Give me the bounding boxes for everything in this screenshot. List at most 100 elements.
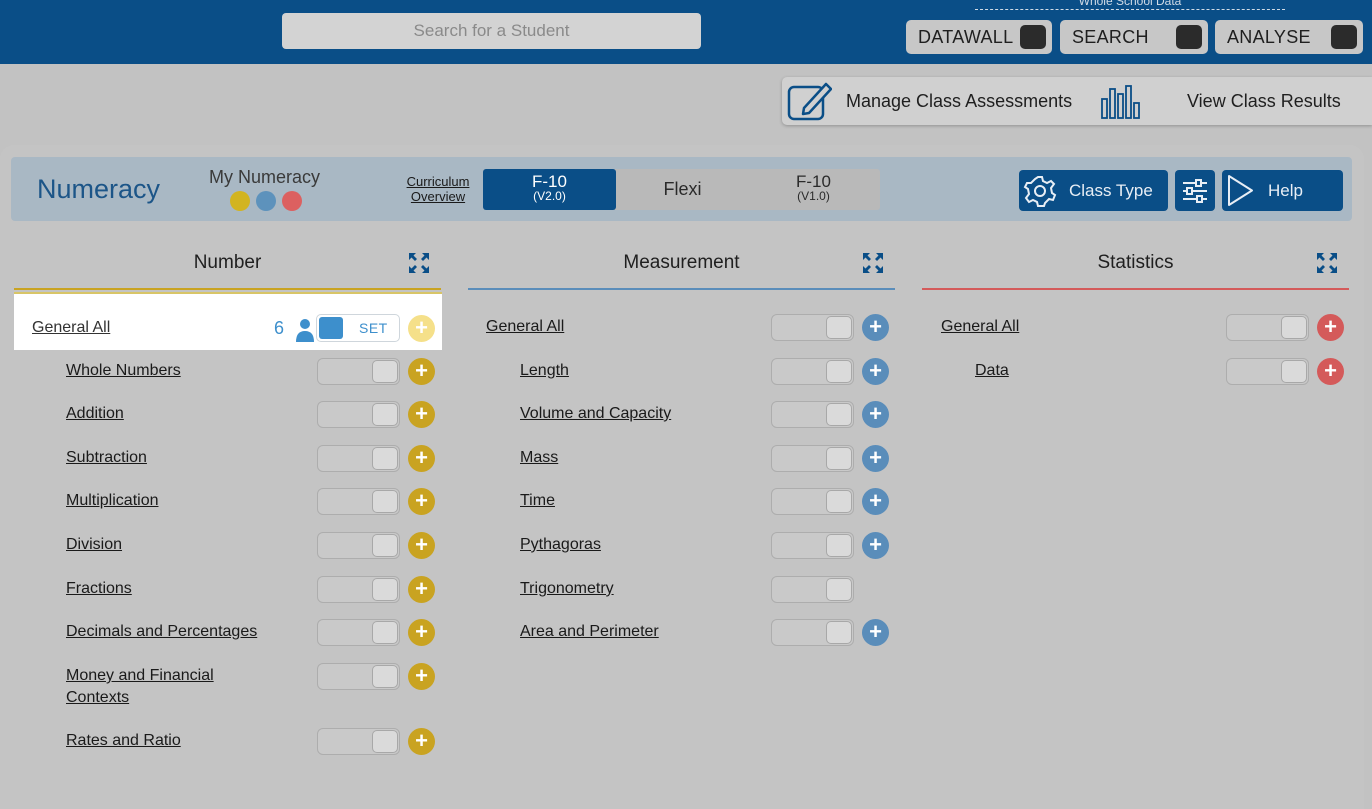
- class-type-label: Class Type: [1069, 180, 1153, 200]
- expand-icon[interactable]: [408, 252, 430, 274]
- toggle-knob: [372, 403, 398, 426]
- yellow-dot-icon: [230, 191, 250, 211]
- number-general-all-link[interactable]: General All: [32, 317, 110, 339]
- number-item-whole-numbers[interactable]: Whole Numbers: [66, 360, 181, 382]
- toggle-switch[interactable]: [317, 728, 400, 755]
- add-icon[interactable]: +: [408, 358, 435, 385]
- class-type-button[interactable]: Class Type: [1019, 170, 1168, 211]
- add-icon[interactable]: +: [408, 488, 435, 515]
- toggle-switch[interactable]: [317, 532, 400, 559]
- add-icon[interactable]: +: [862, 445, 889, 472]
- search-toggle-icon: [1176, 25, 1202, 49]
- toggle-knob: [372, 534, 398, 557]
- measurement-item-length[interactable]: Length: [520, 360, 569, 382]
- number-item-multiplication[interactable]: Multiplication: [66, 490, 158, 512]
- set-toggle[interactable]: SET: [316, 314, 400, 342]
- toggle-knob: [372, 447, 398, 470]
- play-icon: [1228, 175, 1253, 206]
- my-numeracy-link[interactable]: My Numeracy: [209, 167, 320, 188]
- expand-icon[interactable]: [1316, 252, 1338, 274]
- statistics-title: Statistics: [1097, 252, 1174, 273]
- add-icon[interactable]: +: [408, 728, 435, 755]
- number-item-money-financial[interactable]: Money and Financial Contexts: [66, 665, 266, 709]
- number-item-fractions[interactable]: Fractions: [66, 578, 132, 600]
- toggle-switch[interactable]: [771, 401, 854, 428]
- toggle-switch[interactable]: [317, 576, 400, 603]
- panel-header: Numeracy My Numeracy Curriculum Overview…: [11, 157, 1352, 221]
- toggle-knob: [372, 621, 398, 644]
- add-icon[interactable]: +: [1317, 314, 1344, 341]
- datawall-button[interactable]: DATAWALL: [906, 20, 1052, 54]
- add-icon[interactable]: +: [862, 532, 889, 559]
- add-icon[interactable]: +: [862, 358, 889, 385]
- toggle-switch[interactable]: [1226, 358, 1309, 385]
- add-icon[interactable]: +: [862, 488, 889, 515]
- measurement-column-header: Measurement: [468, 250, 895, 290]
- bar-chart-icon[interactable]: [1100, 85, 1142, 119]
- toggle-knob: [372, 665, 398, 688]
- add-icon[interactable]: +: [862, 619, 889, 646]
- add-icon[interactable]: +: [862, 314, 889, 341]
- toggle-switch[interactable]: [771, 358, 854, 385]
- help-label: Help: [1268, 180, 1303, 200]
- toggle-switch[interactable]: [317, 401, 400, 428]
- manage-class-assessments-link[interactable]: Manage Class Assessments: [846, 91, 1072, 112]
- statistics-column-header: Statistics: [922, 250, 1349, 290]
- expand-icon[interactable]: [862, 252, 884, 274]
- measurement-item-area-perimeter[interactable]: Area and Perimeter: [520, 621, 659, 643]
- toggle-switch[interactable]: [771, 576, 854, 603]
- number-item-decimals-percentages[interactable]: Decimals and Percentages: [66, 621, 257, 643]
- toggle-switch[interactable]: [771, 488, 854, 515]
- analyse-button[interactable]: ANALYSE: [1215, 20, 1363, 54]
- tab-f10-v1-sub: (V1.0): [797, 189, 830, 203]
- statistics-item-data[interactable]: Data: [975, 360, 1009, 382]
- tab-f10-v2-sub: (V2.0): [533, 189, 566, 203]
- add-icon[interactable]: +: [408, 532, 435, 559]
- statistics-general-all-link[interactable]: General All: [941, 316, 1019, 338]
- filter-settings-button[interactable]: [1175, 170, 1215, 211]
- toggle-knob: [372, 730, 398, 753]
- overview-label: Overview: [410, 189, 466, 204]
- gear-icon: [1023, 176, 1057, 207]
- measurement-item-volume-capacity[interactable]: Volume and Capacity: [520, 403, 671, 425]
- tab-f10-v1[interactable]: F-10 (V1.0): [747, 169, 880, 210]
- toggle-switch[interactable]: [771, 619, 854, 646]
- set-label: SET: [359, 320, 388, 336]
- curriculum-overview-link[interactable]: Curriculum Overview: [403, 174, 473, 204]
- number-item-subtraction[interactable]: Subtraction: [66, 447, 147, 469]
- toggle-switch[interactable]: [771, 445, 854, 472]
- toggle-switch[interactable]: [317, 358, 400, 385]
- search-button[interactable]: SEARCH: [1060, 20, 1208, 54]
- add-icon[interactable]: +: [408, 619, 435, 646]
- number-item-rates-ratio[interactable]: Rates and Ratio: [66, 730, 181, 752]
- tab-f10-v2[interactable]: F-10 (V2.0): [483, 169, 616, 210]
- number-item-division[interactable]: Division: [66, 534, 122, 556]
- number-item-addition[interactable]: Addition: [66, 403, 124, 425]
- measurement-item-mass[interactable]: Mass: [520, 447, 558, 469]
- toggle-knob: [372, 578, 398, 601]
- view-class-results-link[interactable]: View Class Results: [1187, 91, 1341, 112]
- toggle-switch[interactable]: [771, 314, 854, 341]
- curriculum-version-selector: F-10 (V2.0) Flexi F-10 (V1.0): [483, 169, 880, 210]
- measurement-item-pythagoras[interactable]: Pythagoras: [520, 534, 601, 556]
- add-icon[interactable]: +: [408, 401, 435, 428]
- measurement-item-trigonometry[interactable]: Trigonometry: [520, 578, 614, 600]
- toggle-switch[interactable]: [317, 488, 400, 515]
- edit-icon[interactable]: [786, 80, 832, 122]
- help-button[interactable]: Help: [1222, 170, 1343, 211]
- toggle-switch[interactable]: [771, 532, 854, 559]
- toggle-switch[interactable]: [1226, 314, 1309, 341]
- add-icon[interactable]: +: [408, 576, 435, 603]
- measurement-item-time[interactable]: Time: [520, 490, 555, 512]
- toggle-switch[interactable]: [317, 619, 400, 646]
- add-icon[interactable]: +: [408, 663, 435, 690]
- student-search-input[interactable]: [282, 13, 701, 49]
- add-icon[interactable]: +: [408, 445, 435, 472]
- measurement-general-all-link[interactable]: General All: [486, 316, 564, 338]
- toggle-switch[interactable]: [317, 445, 400, 472]
- add-icon[interactable]: +: [408, 315, 435, 342]
- toggle-switch[interactable]: [317, 663, 400, 690]
- add-icon[interactable]: +: [862, 401, 889, 428]
- tab-flexi[interactable]: Flexi: [616, 169, 749, 210]
- add-icon[interactable]: +: [1317, 358, 1344, 385]
